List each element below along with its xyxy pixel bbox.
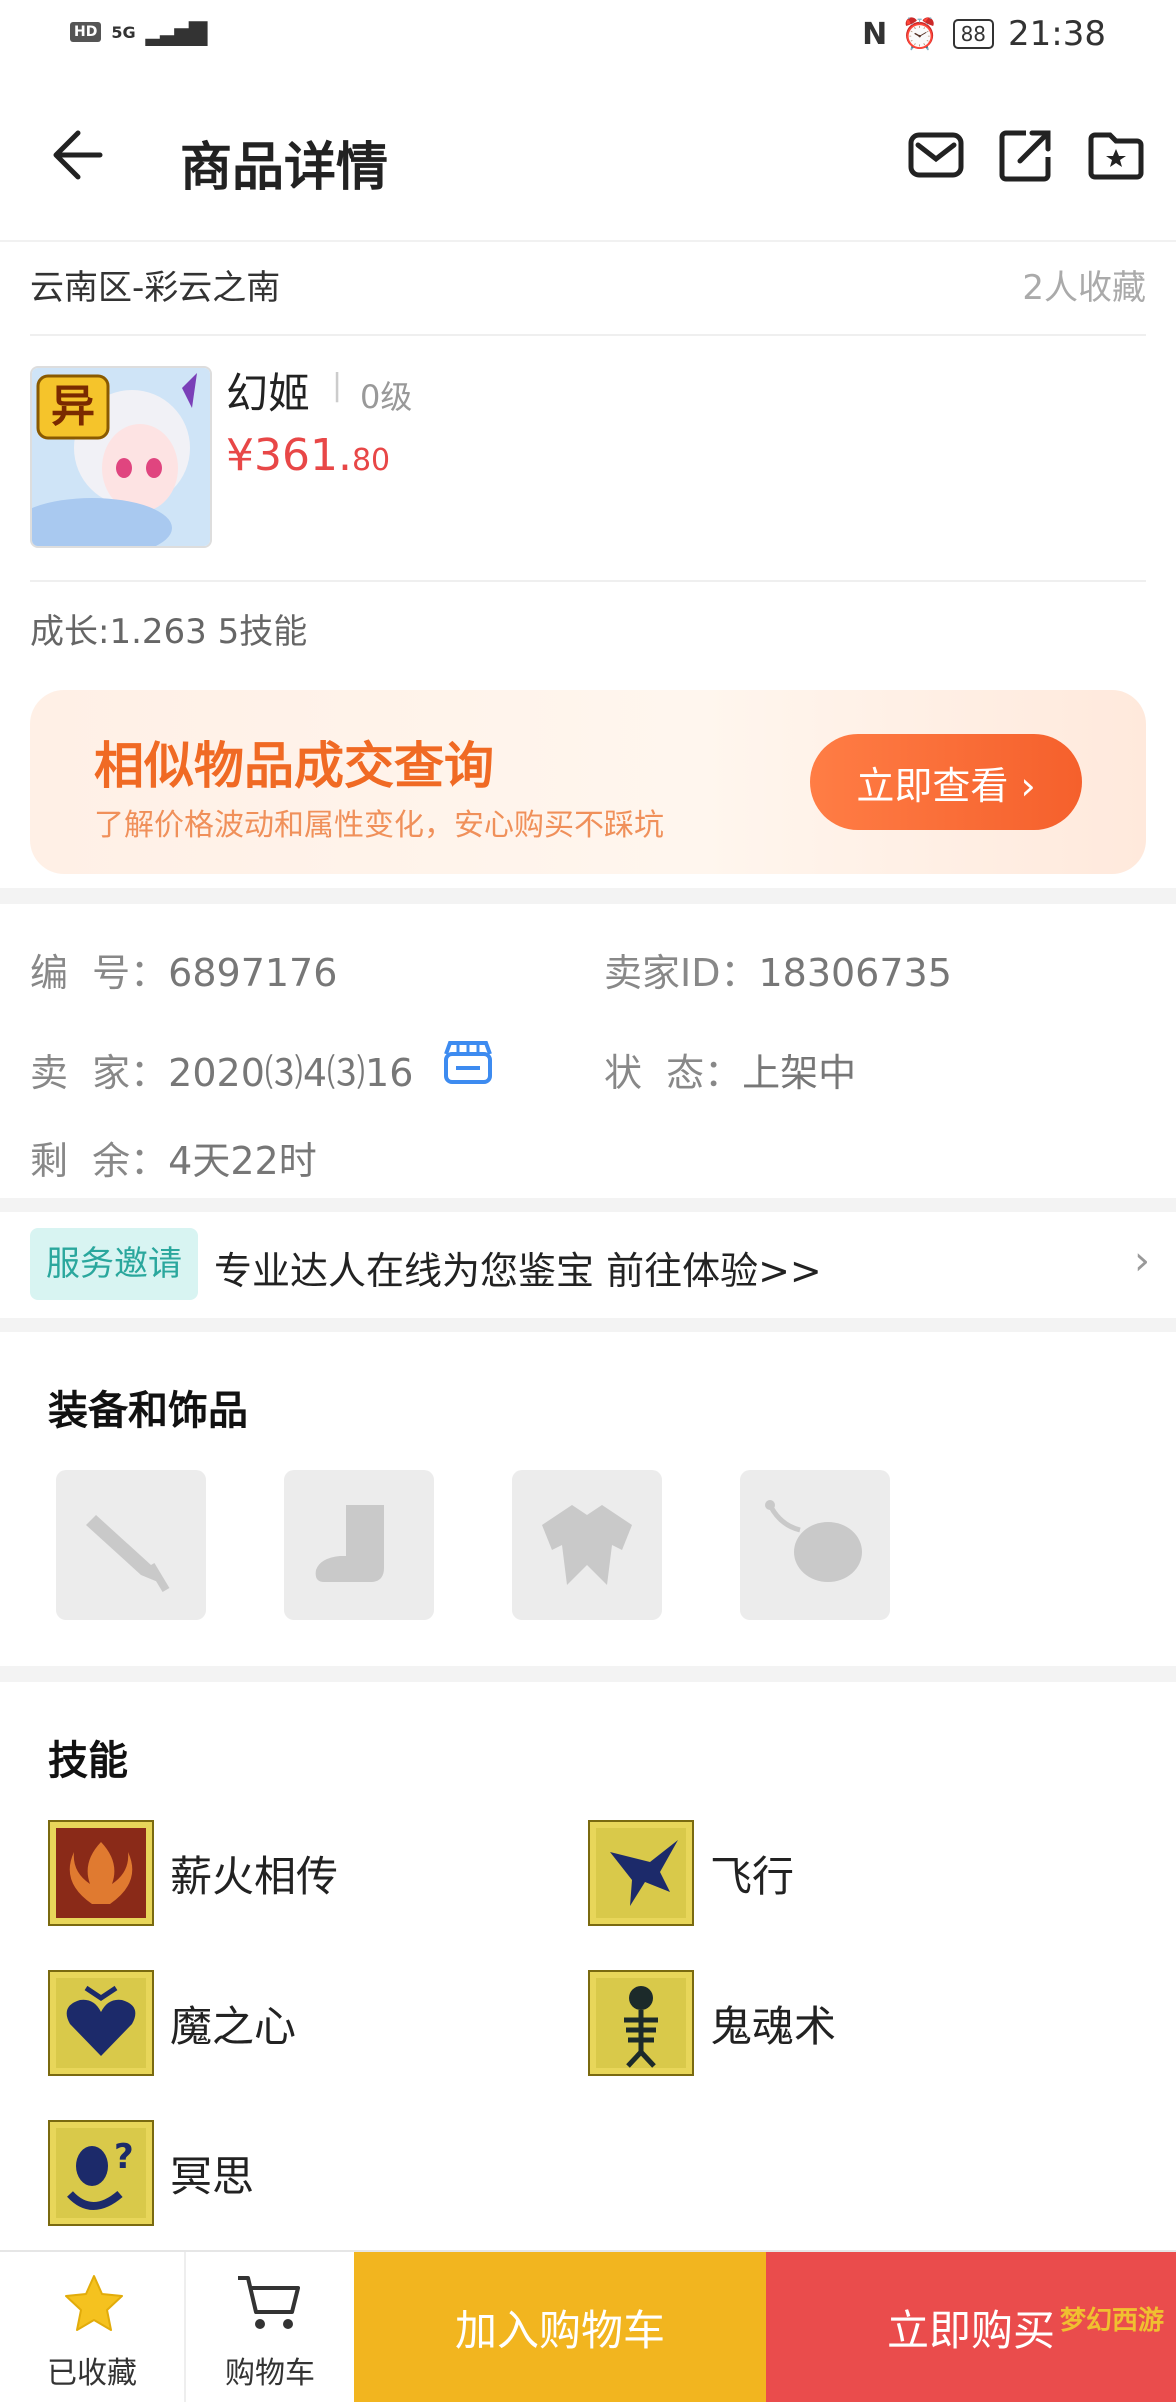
view-now-button[interactable]: 立即查看 ›: [810, 734, 1082, 830]
share-icon[interactable]: [996, 125, 1056, 185]
service-invite-row[interactable]: 服务邀请 专业达人在线为您鉴宝 前往体验>> ›: [0, 1212, 1176, 1316]
skill-item[interactable]: ? 冥思: [48, 2120, 254, 2226]
seller: 卖 家：2020⑶4⑶16: [30, 1042, 413, 1097]
service-tag: 服务邀请: [30, 1228, 198, 1300]
section-gap: [0, 1318, 1176, 1332]
remaining-value: 4天22时: [168, 1139, 317, 1183]
section-gap: [0, 1666, 1176, 1682]
price-main: ¥361.: [226, 430, 352, 481]
title-bar: 商品详情: [0, 70, 1176, 242]
server-location: 云南区-彩云之南: [30, 268, 281, 308]
shop-icon[interactable]: [442, 1040, 494, 1086]
skill-item[interactable]: 薪火相传: [48, 1820, 338, 1926]
equipment-title: 装备和饰品: [48, 1388, 248, 1434]
seller-id-label: 卖家ID：: [604, 951, 759, 995]
pet-name: 幻姬: [226, 369, 311, 418]
folder-star-icon[interactable]: [1086, 125, 1146, 185]
battery-icon: 88: [952, 19, 995, 49]
favorite-count: 2人收藏: [1022, 268, 1146, 308]
remaining-time: 剩 余：4天22时: [30, 1130, 317, 1185]
star-icon: [64, 2274, 124, 2336]
armor-icon[interactable]: [512, 1470, 662, 1620]
section-gap: [0, 1198, 1176, 1212]
skill-name: 薪火相传: [170, 1851, 339, 1901]
accessory-icon[interactable]: [740, 1470, 890, 1620]
seller-label: 卖 家：: [30, 1051, 169, 1095]
similar-deals-banner[interactable]: 相似物品成交查询 了解价格波动和属性变化，安心购买不踩坑 立即查看 ›: [30, 690, 1146, 874]
seller-id: 卖家ID：18306735: [604, 942, 952, 997]
skill-item[interactable]: 魔之心: [48, 1970, 296, 2076]
add-to-cart-button[interactable]: 加入购物车: [354, 2252, 766, 2402]
page-title: 商品详情: [180, 138, 389, 198]
status-left: HD 5G ▂▃▅▇: [70, 18, 208, 46]
service-text: 专业达人在线为您鉴宝 前往体验>>: [214, 1249, 822, 1293]
status-value: 上架中: [742, 1051, 857, 1095]
favorited-label: 已收藏: [47, 2356, 137, 2391]
section-gap: [0, 888, 1176, 904]
item-id-label: 编 号：: [30, 951, 169, 995]
seller-value: 2020⑶4⑶16: [168, 1051, 414, 1095]
status-label: 状 态：: [604, 1051, 743, 1095]
network-label: 5G: [111, 22, 136, 42]
favorited-button[interactable]: 已收藏: [0, 2252, 184, 2402]
signal-icon: ▂▃▅▇: [145, 18, 208, 46]
skill-name: 飞行: [710, 1851, 795, 1901]
alarm-icon: ⏰: [901, 16, 939, 52]
name-separator: |: [332, 368, 343, 403]
status-right: N ⏰ 88 21:38: [862, 14, 1106, 54]
pet-avatar[interactable]: 异: [30, 366, 212, 548]
boots-icon[interactable]: [284, 1470, 434, 1620]
back-arrow-icon[interactable]: [50, 125, 120, 185]
avatar-badge: 异: [51, 381, 95, 432]
divider: [30, 334, 1146, 336]
item-id-value: 6897176: [168, 951, 338, 995]
heart-icon: [48, 1970, 154, 2076]
svg-text:?: ?: [114, 2137, 134, 2177]
remaining-label: 剩 余：: [30, 1139, 169, 1183]
clock: 21:38: [1008, 14, 1106, 54]
price: ¥361.80: [226, 430, 390, 481]
skill-item[interactable]: 飞行: [588, 1820, 794, 1926]
cart-label: 购物车: [225, 2356, 315, 2391]
banner-title: 相似物品成交查询: [94, 737, 494, 795]
seller-id-value: 18306735: [758, 951, 952, 995]
bottom-bar: 已收藏 购物车 加入购物车 立即购买: [0, 2250, 1176, 2402]
eagle-icon: [588, 1820, 694, 1926]
skill-item[interactable]: 鬼魂术: [588, 1970, 836, 2076]
skill-name: 鬼魂术: [710, 2001, 837, 2051]
nfc-icon: N: [862, 16, 888, 52]
watermark-logo: 梦幻西游: [1059, 2306, 1164, 2336]
weapon-icon[interactable]: [56, 1470, 206, 1620]
cart-button[interactable]: 购物车: [178, 2252, 362, 2402]
phoenix-icon: [48, 1820, 154, 1926]
banner-subtitle: 了解价格波动和属性变化，安心购买不踩坑: [94, 808, 664, 843]
cart-icon: [234, 2272, 304, 2338]
mail-icon[interactable]: [906, 125, 966, 185]
pet-level: 0级: [360, 378, 413, 416]
chevron-right-icon: ›: [1134, 1238, 1150, 1284]
hd-icon: HD: [70, 22, 102, 42]
meditate-icon: ?: [48, 2120, 154, 2226]
skeleton-icon: [588, 1970, 694, 2076]
growth-info: 成长:1.263 5技能: [30, 612, 308, 652]
skills-title: 技能: [48, 1738, 128, 1784]
status-bar: HD 5G ▂▃▅▇ N ⏰ 88 21:38: [0, 0, 1176, 70]
skill-name: 魔之心: [170, 2001, 297, 2051]
skill-name: 冥思: [170, 2151, 255, 2201]
divider: [30, 580, 1146, 582]
item-id: 编 号：6897176: [30, 942, 337, 997]
price-cents: 80: [351, 443, 391, 478]
status: 状 态：上架中: [604, 1042, 856, 1097]
